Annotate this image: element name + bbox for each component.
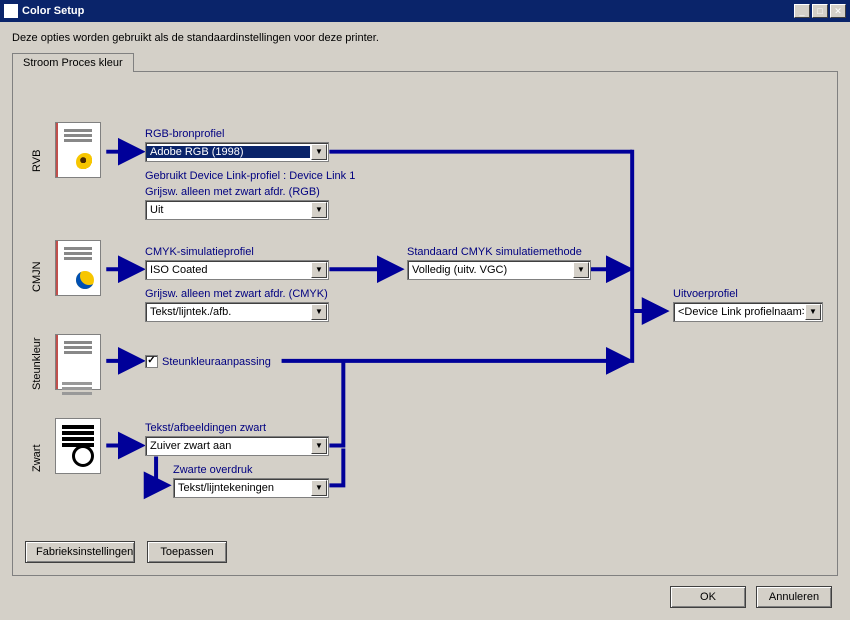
apply-label: Toepassen bbox=[160, 546, 213, 558]
cmyk-doc-icon bbox=[55, 240, 101, 296]
factory-settings-label: Fabrieksinstellingen bbox=[36, 546, 133, 558]
window-title: Color Setup bbox=[22, 5, 794, 17]
maximize-button[interactable]: □ bbox=[812, 4, 828, 18]
rgb-doc-icon bbox=[55, 122, 101, 178]
chevron-down-icon: ▼ bbox=[311, 304, 327, 320]
checkmark-icon: ✓ bbox=[145, 355, 158, 368]
label-gray-rgb: Grijsw. alleen met zwart afdr. (RGB) bbox=[145, 186, 320, 198]
checkbox-spot-match[interactable]: ✓ Steunkleuraanpassing bbox=[145, 355, 271, 368]
cancel-label: Annuleren bbox=[769, 591, 819, 603]
dialog-footer: OK Annuleren bbox=[670, 586, 832, 608]
window-body: Deze opties worden gebruikt als de stand… bbox=[0, 22, 850, 620]
combo-output-profile-value: <Device Link profielnaam> bbox=[674, 306, 804, 318]
app-icon bbox=[4, 4, 18, 18]
window-controls: _ □ ✕ bbox=[794, 4, 846, 18]
chevron-down-icon: ▼ bbox=[311, 202, 327, 218]
label-text-graphics-black: Tekst/afbeeldingen zwart bbox=[145, 422, 266, 434]
combo-cmyk-sim[interactable]: ISO Coated ▼ bbox=[145, 260, 329, 280]
chevron-down-icon: ▼ bbox=[573, 262, 589, 278]
section-label-cmjn: CMJN bbox=[31, 261, 43, 292]
label-cmyk-sim: CMYK-simulatieprofiel bbox=[145, 246, 254, 258]
label-gray-cmyk: Grijsw. alleen met zwart afdr. (CMYK) bbox=[145, 288, 328, 300]
combo-gray-cmyk[interactable]: Tekst/lijntek./afb. ▼ bbox=[145, 302, 329, 322]
tab-stroom-proces-kleur[interactable]: Stroom Proces kleur bbox=[12, 53, 134, 72]
combo-cmyk-method-value: Volledig (uitv. VGC) bbox=[408, 264, 572, 276]
combo-gray-cmyk-value: Tekst/lijntek./afb. bbox=[146, 306, 310, 318]
combo-cmyk-sim-value: ISO Coated bbox=[146, 264, 310, 276]
section-label-steun: Steunkleur bbox=[31, 337, 43, 390]
combo-cmyk-method[interactable]: Volledig (uitv. VGC) ▼ bbox=[407, 260, 591, 280]
section-label-zwart: Zwart bbox=[31, 445, 43, 473]
combo-text-graphics-black[interactable]: Zuiver zwart aan ▼ bbox=[145, 436, 329, 456]
tab-area: Stroom Proces kleur bbox=[12, 52, 838, 576]
minimize-button[interactable]: _ bbox=[794, 4, 810, 18]
chevron-down-icon: ▼ bbox=[805, 304, 821, 320]
chevron-down-icon: ▼ bbox=[311, 438, 327, 454]
cancel-button[interactable]: Annuleren bbox=[756, 586, 832, 608]
ok-button[interactable]: OK bbox=[670, 586, 746, 608]
chevron-down-icon: ▼ bbox=[311, 480, 327, 496]
titlebar: Color Setup _ □ ✕ bbox=[0, 0, 850, 22]
tab-label: Stroom Proces kleur bbox=[23, 57, 123, 69]
checkbox-spot-match-label: Steunkleuraanpassing bbox=[162, 356, 271, 368]
combo-output-profile[interactable]: <Device Link profielnaam> ▼ bbox=[673, 302, 823, 322]
combo-text-graphics-black-value: Zuiver zwart aan bbox=[146, 440, 310, 452]
apply-button[interactable]: Toepassen bbox=[147, 541, 227, 563]
chevron-down-icon: ▼ bbox=[311, 262, 327, 278]
combo-rgb-source-value: Adobe RGB (1998) bbox=[146, 146, 310, 158]
combo-rgb-source[interactable]: Adobe RGB (1998) ▼ bbox=[145, 142, 329, 162]
label-cmyk-method: Standaard CMYK simulatiemethode bbox=[407, 246, 582, 258]
chevron-down-icon: ▼ bbox=[311, 144, 327, 160]
tab-panel: RVB RGB-bronprofiel Adobe RGB (1998) ▼ G… bbox=[12, 71, 838, 576]
factory-settings-button[interactable]: Fabrieksinstellingen bbox=[25, 541, 135, 563]
zwart-doc-icon bbox=[55, 418, 101, 474]
steun-doc-icon bbox=[55, 334, 101, 390]
ok-label: OK bbox=[700, 591, 716, 603]
combo-black-overprint-value: Tekst/lijntekeningen bbox=[174, 482, 310, 494]
label-output-profile: Uitvoerprofiel bbox=[673, 288, 738, 300]
label-rgb-source: RGB-bronprofiel bbox=[145, 128, 224, 140]
intro-text: Deze opties worden gebruikt als de stand… bbox=[12, 32, 838, 44]
flow-diagram bbox=[13, 72, 837, 575]
combo-gray-rgb-value: Uit bbox=[146, 204, 310, 216]
section-label-rvb: RVB bbox=[31, 150, 43, 172]
combo-black-overprint[interactable]: Tekst/lijntekeningen ▼ bbox=[173, 478, 329, 498]
combo-gray-rgb[interactable]: Uit ▼ bbox=[145, 200, 329, 220]
label-device-link-used: Gebruikt Device Link-profiel : Device Li… bbox=[145, 170, 355, 182]
close-button[interactable]: ✕ bbox=[830, 4, 846, 18]
label-black-overprint: Zwarte overdruk bbox=[173, 464, 252, 476]
